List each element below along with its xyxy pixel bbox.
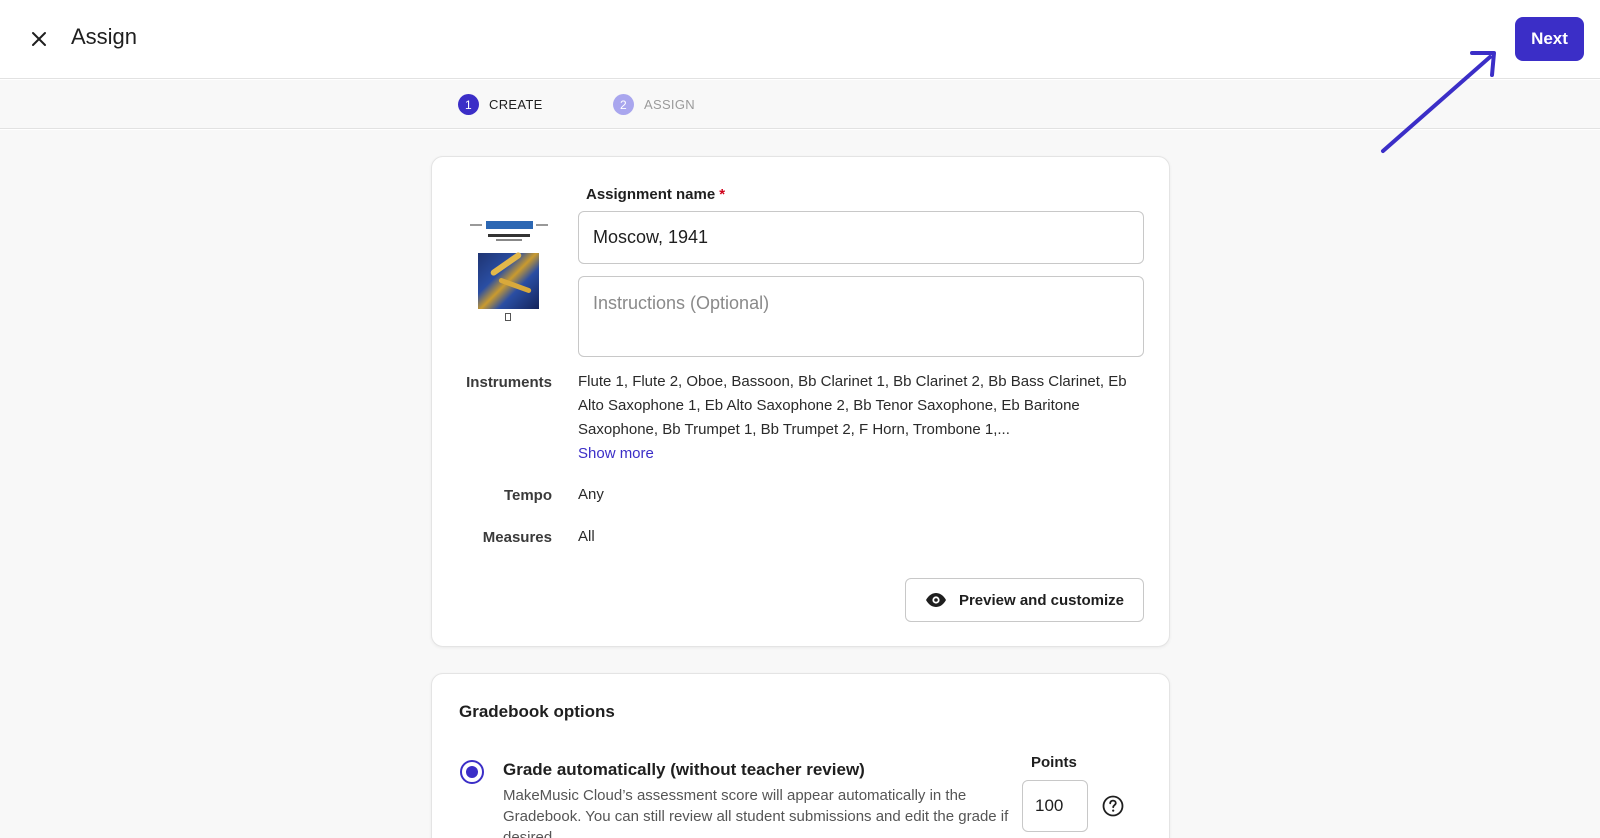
tempo-value: Any bbox=[578, 486, 604, 503]
step-assign[interactable]: 2 ASSIGN bbox=[613, 94, 695, 115]
grade-auto-radio[interactable] bbox=[460, 760, 484, 784]
score-thumbnail bbox=[470, 221, 548, 323]
help-circle-icon[interactable] bbox=[1102, 795, 1124, 817]
step-create[interactable]: 1 CREATE bbox=[458, 94, 543, 115]
grade-auto-description: MakeMusic Cloud’s assessment score will … bbox=[503, 787, 1009, 838]
points-label: Points bbox=[1031, 754, 1077, 771]
stepper: 1 CREATE 2 ASSIGN bbox=[0, 80, 1600, 129]
show-more-link[interactable]: Show more bbox=[578, 442, 654, 466]
preview-customize-label: Preview and customize bbox=[958, 591, 1125, 609]
instruments-label: Instruments bbox=[466, 374, 552, 391]
gradebook-title: Gradebook options bbox=[459, 702, 615, 721]
tempo-label: Tempo bbox=[503, 487, 552, 504]
measures-label: Measures bbox=[482, 529, 552, 546]
main-content: Assignment name* Instruments Flute 1, Fl… bbox=[0, 130, 1600, 838]
grade-auto-title: Grade automatically (without teacher rev… bbox=[503, 760, 865, 779]
step-number: 1 bbox=[458, 94, 479, 115]
points-input[interactable] bbox=[1022, 780, 1088, 832]
assignment-name-input[interactable] bbox=[578, 211, 1144, 264]
step-number: 2 bbox=[613, 94, 634, 115]
next-button[interactable]: Next bbox=[1515, 17, 1584, 61]
cover-art bbox=[478, 253, 539, 309]
required-mark: * bbox=[719, 186, 726, 203]
close-icon bbox=[32, 32, 46, 46]
page-title: Assign bbox=[71, 24, 138, 49]
close-button[interactable] bbox=[26, 26, 52, 52]
assignment-name-label: Assignment name * bbox=[586, 186, 726, 203]
step-label: ASSIGN bbox=[644, 97, 695, 112]
publisher-logo bbox=[505, 313, 511, 321]
eye-icon bbox=[925, 593, 946, 607]
gradebook-card: Gradebook options Grade automatically (w… bbox=[431, 673, 1170, 838]
step-label: CREATE bbox=[489, 97, 543, 112]
assignment-card: Assignment name* Instruments Flute 1, Fl… bbox=[431, 156, 1170, 647]
measures-value: All bbox=[578, 528, 595, 545]
instruments-value: Flute 1, Flute 2, Oboe, Bassoon, Bb Clar… bbox=[578, 370, 1144, 466]
instruments-list: Flute 1, Flute 2, Oboe, Bassoon, Bb Clar… bbox=[578, 373, 1127, 438]
preview-customize-button[interactable]: Preview and customize bbox=[905, 578, 1144, 622]
top-bar: Assign Next bbox=[0, 0, 1600, 79]
instructions-input[interactable] bbox=[578, 276, 1144, 357]
